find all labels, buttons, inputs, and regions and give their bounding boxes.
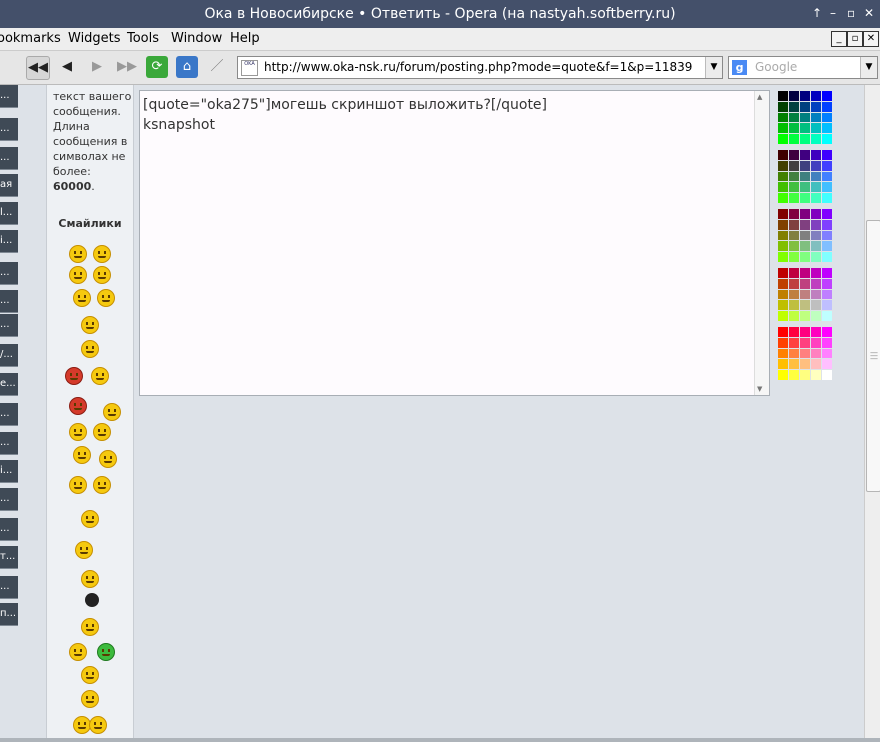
hug-smiley-icon[interactable]: [89, 716, 107, 734]
thumbs-up-smiley-icon[interactable]: [69, 643, 87, 661]
left-nav-item[interactable]: ...: [0, 403, 18, 426]
search-placeholder[interactable]: Google: [755, 60, 797, 74]
angel-smiley-icon[interactable]: [81, 570, 99, 588]
textarea-scrollbar[interactable]: ▲ ▼: [754, 91, 769, 395]
address-url[interactable]: http://www.oka-nsk.ru/forum/posting.php?…: [264, 60, 692, 74]
address-field[interactable]: OKA http://www.oka-nsk.ru/forum/posting.…: [237, 56, 723, 79]
message-textarea[interactable]: [quote="oka275"]могешь скриншот выложить…: [139, 90, 770, 396]
shocked-smiley-icon[interactable]: [99, 450, 117, 468]
rewind-icon[interactable]: ◀◀: [26, 56, 50, 80]
menu-bar: ookmarks Widgets Tools Window Help _ ▫ ✕: [0, 28, 880, 51]
search-dropdown-icon[interactable]: ▼: [860, 57, 877, 78]
grin-smiley-icon[interactable]: [69, 266, 87, 284]
color-swatch[interactable]: [821, 251, 833, 264]
edit-icon[interactable]: ／: [206, 56, 228, 78]
status-strip: [0, 738, 880, 742]
reload-icon[interactable]: ⟳: [146, 56, 168, 78]
fast-forward-icon[interactable]: ▶▶: [116, 56, 138, 78]
left-nav-item[interactable]: ...: [0, 147, 18, 170]
happy-smiley-icon[interactable]: [81, 316, 99, 334]
left-nav-item[interactable]: т...: [0, 546, 18, 569]
side-panel: текст вашего сообщения. Длина сообщения …: [46, 85, 134, 742]
clapping-smiley-icon[interactable]: [81, 340, 99, 358]
crazy-smiley-icon[interactable]: [69, 476, 87, 494]
left-nav-item[interactable]: ая: [0, 174, 18, 197]
tongue-smiley-icon[interactable]: [65, 367, 83, 385]
left-nav-item[interactable]: i...: [0, 460, 18, 483]
left-nav-item[interactable]: /...: [0, 344, 18, 367]
scrollbar-grip-icon: — — —: [870, 348, 878, 363]
sick-smiley-icon[interactable]: [97, 643, 115, 661]
home-icon[interactable]: ⌂: [176, 56, 198, 78]
left-forum-nav: ... ... ... ая l... i... ... ... ... /..…: [0, 85, 18, 626]
neutral-smiley-icon[interactable]: [93, 266, 111, 284]
menu-bookmarks[interactable]: ookmarks: [0, 31, 61, 46]
left-nav-item[interactable]: ...: [0, 290, 18, 313]
color-swatch[interactable]: [821, 369, 833, 382]
smile-icon[interactable]: [69, 245, 87, 263]
left-nav-item[interactable]: ...: [0, 576, 18, 599]
page-scrollbar[interactable]: — — —: [864, 85, 880, 742]
bowing-smiley-icon[interactable]: [81, 690, 99, 708]
scroll-up-icon[interactable]: ▲: [757, 93, 762, 101]
left-nav-item[interactable]: ...: [0, 314, 18, 337]
menu-help[interactable]: Help: [230, 31, 260, 46]
left-nav-item[interactable]: е...: [0, 373, 18, 396]
blush-smiley-icon[interactable]: [93, 476, 111, 494]
close-icon[interactable]: ✕: [864, 6, 874, 20]
menu-window[interactable]: Window: [171, 31, 222, 46]
devil-smiley-icon[interactable]: [69, 397, 87, 415]
drinking-smiley-icon[interactable]: [81, 666, 99, 684]
crying-smiley-icon[interactable]: [81, 618, 99, 636]
shade-icon[interactable]: ↑: [812, 6, 822, 20]
left-nav-item[interactable]: l...: [0, 202, 18, 225]
left-nav-item[interactable]: п...: [0, 603, 18, 626]
left-nav-item[interactable]: ...: [0, 85, 18, 108]
tab-restore-icon[interactable]: ▫: [847, 31, 863, 47]
navigation-toolbar: ◀◀ ◀ ▶ ▶▶ ⟳ ⌂ ／ OKA http://www.oka-nsk.r…: [0, 51, 880, 85]
back-icon[interactable]: ◀: [56, 56, 78, 78]
wink-smiley-icon[interactable]: [103, 403, 121, 421]
shy-smiley-icon[interactable]: [93, 423, 111, 441]
search-field[interactable]: g Google ▼: [728, 56, 878, 79]
message-length-text: текст вашего сообщения. Длина сообщения …: [53, 90, 132, 178]
left-nav-item[interactable]: ...: [0, 118, 18, 141]
rolleyes-smiley-icon[interactable]: [69, 423, 87, 441]
left-nav-item[interactable]: ...: [0, 432, 18, 455]
tab-minimize-icon[interactable]: _: [831, 31, 847, 47]
tab-close-icon[interactable]: ✕: [863, 31, 879, 47]
dancing-smiley-icon[interactable]: [81, 510, 99, 528]
confused-smiley-icon[interactable]: [91, 367, 109, 385]
title-bar: Ока в Новосибирске • Ответить - Opera (н…: [0, 0, 880, 28]
color-swatch[interactable]: [821, 133, 833, 146]
message-length-info: текст вашего сообщения. Длина сообщения …: [53, 90, 132, 193]
thinking-smiley-icon[interactable]: [75, 541, 93, 559]
surprised-smiley-icon[interactable]: [73, 446, 91, 464]
google-icon: g: [732, 60, 747, 75]
color-swatch[interactable]: [821, 310, 833, 323]
smilies-heading: Смайлики: [58, 217, 122, 230]
message-content[interactable]: [quote="oka275"]могешь скриншот выложить…: [143, 95, 547, 135]
sad-smiley-icon[interactable]: [93, 245, 111, 263]
cool-sunglasses-icon[interactable]: [97, 289, 115, 307]
maximize-icon[interactable]: ▫: [847, 6, 855, 20]
left-nav-item[interactable]: ...: [0, 488, 18, 511]
site-favicon-icon: OKA: [241, 60, 258, 76]
window-title: Ока в Новосибирске • Ответить - Opera (н…: [204, 6, 676, 22]
bomb-icon[interactable]: [85, 593, 99, 607]
scroll-down-icon[interactable]: ▼: [757, 385, 762, 393]
scrollbar-thumb[interactable]: — — —: [866, 220, 880, 492]
address-dropdown-icon[interactable]: ▼: [705, 57, 722, 78]
left-nav-item[interactable]: ...: [0, 518, 18, 541]
menu-widgets[interactable]: Widgets: [68, 31, 121, 46]
message-length-max: 60000: [53, 180, 92, 193]
minimize-icon[interactable]: –: [830, 6, 836, 20]
laugh-smiley-icon[interactable]: [73, 289, 91, 307]
menu-tools[interactable]: Tools: [127, 31, 159, 46]
forward-icon[interactable]: ▶: [86, 56, 108, 78]
left-nav-item[interactable]: i...: [0, 230, 18, 253]
left-nav-item[interactable]: ...: [0, 262, 18, 285]
color-swatch[interactable]: [821, 192, 833, 205]
